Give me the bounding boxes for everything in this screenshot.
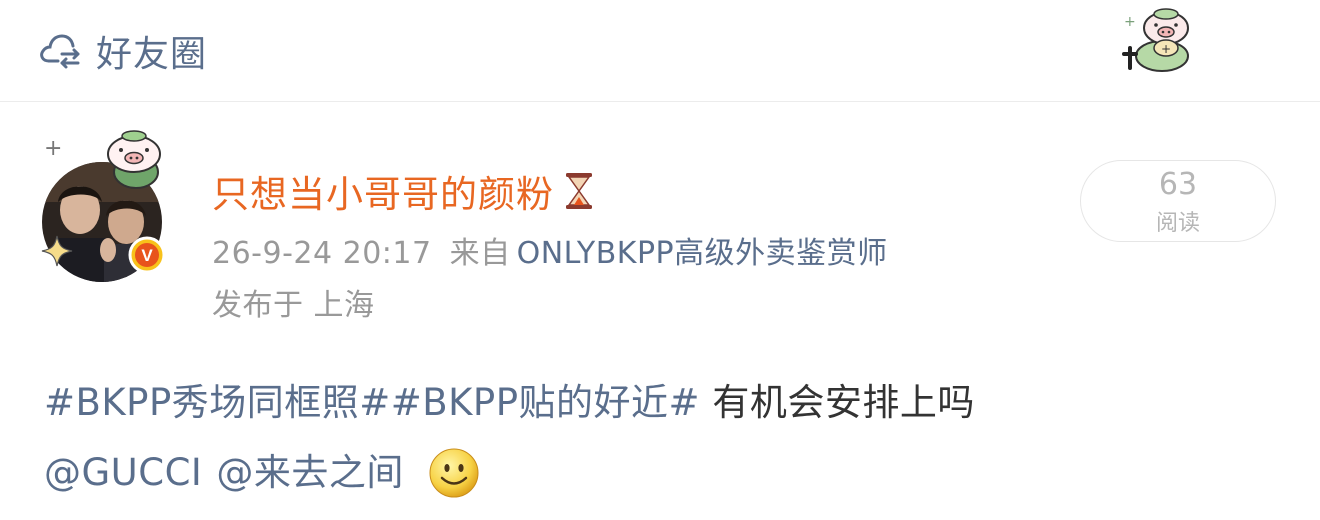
- sparkle-plus-icon: +: [44, 136, 63, 161]
- svg-text:+: +: [1124, 14, 1136, 30]
- mention-link[interactable]: @GUCCI: [44, 438, 202, 508]
- visibility-label: 好友圈: [96, 34, 208, 75]
- piglet-sticker: + +: [1122, 8, 1189, 72]
- post-source-link[interactable]: ONLYBKPP高级外卖鉴赏师: [517, 236, 888, 271]
- svg-text:+: +: [1161, 42, 1171, 56]
- post-text-line: #BKPP秀场同框照##BKPP贴的好近# 有机会安排上吗: [44, 368, 1284, 438]
- topic-link[interactable]: #BKPP秀场同框照#: [44, 381, 391, 424]
- piglet-pendant: [107, 130, 161, 189]
- top-bar: 好友圈 + +: [0, 0, 1320, 102]
- post-body-text: 有机会安排上吗: [700, 381, 975, 424]
- post-timestamp: 26-9-24 20:17: [212, 236, 432, 271]
- read-count-pill: 63 阅读: [1080, 160, 1276, 242]
- author-name-text: 只想当小哥哥的颜粉: [212, 173, 554, 216]
- read-count: 63: [1158, 167, 1198, 202]
- mention-link[interactable]: @来去之间: [216, 438, 404, 508]
- post-content: #BKPP秀场同框照##BKPP贴的好近# 有机会安排上吗 @GUCCI @来去…: [44, 368, 1284, 508]
- svg-text:V: V: [141, 246, 153, 265]
- verified-badge-icon: V: [128, 236, 166, 274]
- star-sparkle-icon: [41, 235, 73, 267]
- smile-emoji: [429, 448, 479, 498]
- author-name[interactable]: 只想当小哥哥的颜粉: [212, 164, 594, 218]
- visibility-button[interactable]: 好友圈: [38, 26, 207, 76]
- hourglass-icon: [566, 173, 592, 209]
- read-label: 阅读: [1155, 211, 1200, 236]
- post-mentions-line: @GUCCI @来去之间: [44, 438, 1284, 508]
- post-location: 发布于 上海: [212, 288, 375, 323]
- topic-link[interactable]: #BKPP贴的好近#: [391, 381, 700, 424]
- post-meta: 26-9-24 20:17 来自 ONLYBKPP高级外卖鉴赏师: [212, 228, 888, 272]
- avatar-group[interactable]: + V: [40, 128, 176, 282]
- cloud-friends-icon: [40, 34, 80, 69]
- source-prefix: 来自: [449, 236, 511, 271]
